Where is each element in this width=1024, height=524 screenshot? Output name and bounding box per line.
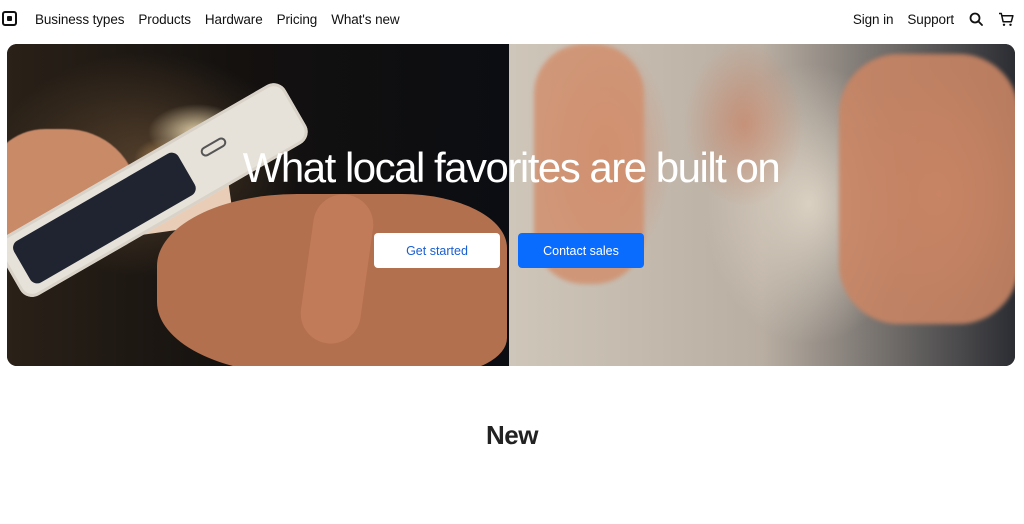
nav-whats-new[interactable]: What's new — [331, 12, 399, 27]
nav-business-types[interactable]: Business types — [35, 12, 125, 27]
hero-headline: What local favorites are built on — [242, 144, 781, 191]
support-link[interactable]: Support — [907, 12, 954, 27]
contact-sales-button[interactable]: Contact sales — [518, 233, 644, 268]
nav-hardware[interactable]: Hardware — [205, 12, 263, 27]
hero-content: What local favorites are built on Get st… — [7, 44, 1015, 366]
secondary-nav: Sign in Support — [853, 0, 1014, 38]
get-started-button[interactable]: Get started — [374, 233, 500, 268]
top-navigation: Business types Products Hardware Pricing… — [0, 0, 1024, 38]
search-icon[interactable] — [968, 11, 984, 27]
hero-banner: What local favorites are built on Get st… — [7, 44, 1015, 366]
nav-pricing[interactable]: Pricing — [277, 12, 318, 27]
sign-in-link[interactable]: Sign in — [853, 12, 894, 27]
primary-nav: Business types Products Hardware Pricing… — [35, 0, 400, 38]
cart-icon[interactable] — [998, 11, 1014, 27]
section-title: New — [486, 420, 538, 450]
square-logo-icon[interactable] — [2, 11, 17, 26]
nav-products[interactable]: Products — [138, 12, 191, 27]
